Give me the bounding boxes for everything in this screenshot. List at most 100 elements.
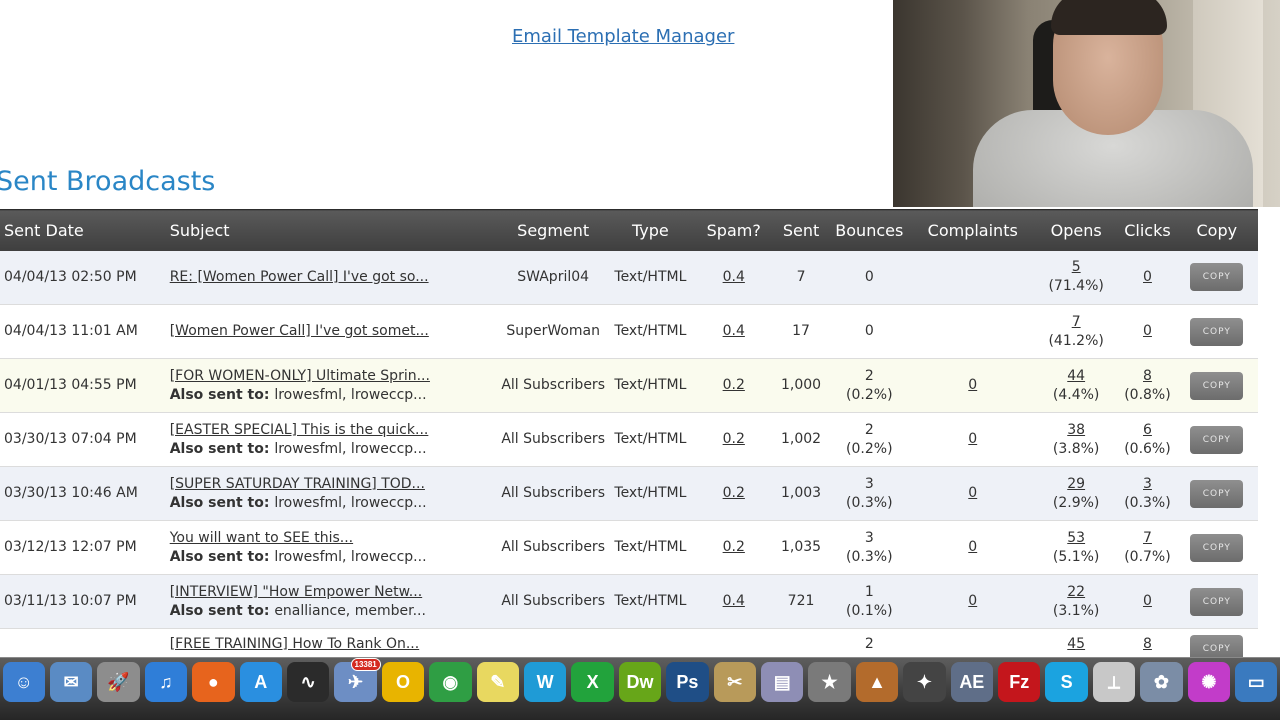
chrome-icon[interactable]: ◉ — [429, 662, 472, 702]
firefox-icon[interactable]: ● — [192, 662, 235, 702]
copy-button[interactable]: COPY — [1190, 317, 1244, 346]
table-row[interactable]: 04/04/13 02:50 PM RE: [Women Power Call] … — [0, 250, 1258, 305]
clicks-link[interactable]: 3 — [1143, 476, 1152, 492]
opens-link[interactable]: 29 — [1067, 476, 1085, 492]
sent-date-cell: 03/30/13 07:04 PM — [0, 412, 166, 467]
complaints-link[interactable]: 0 — [968, 431, 977, 447]
subject-cell: [INTERVIEW] "How Empower Netw... Also sen… — [165, 574, 498, 629]
column-header-subject[interactable]: Subject — [165, 209, 498, 251]
after-effects-icon[interactable]: AE — [950, 662, 994, 702]
filezilla-icon[interactable]: Fz — [998, 662, 1041, 702]
spam-score-link[interactable]: 0.4 — [723, 593, 745, 609]
spam-score-link[interactable]: 0.4 — [723, 323, 745, 339]
column-header-complaints[interactable]: Complaints — [912, 209, 1033, 251]
spam-score-link[interactable]: 0.2 — [723, 377, 745, 393]
clicks-link[interactable]: 8 — [1143, 368, 1152, 384]
segment: All Subscribers — [501, 593, 605, 609]
column-header-sent-date[interactable]: Sent Date — [0, 209, 166, 251]
subject-link[interactable]: RE: [Women Power Call] I've got so... — [170, 269, 429, 285]
opens-link[interactable]: 38 — [1067, 422, 1085, 438]
subject-link[interactable]: [INTERVIEW] "How Empower Netw... — [170, 584, 422, 600]
launchpad-icon[interactable]: 🚀 — [97, 662, 140, 702]
email-template-manager-link[interactable]: Email Template Manager — [512, 26, 734, 47]
column-header-bounces[interactable]: Bounces — [826, 209, 913, 251]
keynote-icon[interactable]: ▲ — [855, 662, 899, 702]
spam-score-link[interactable]: 0.4 — [723, 269, 745, 285]
app-store-icon[interactable]: A — [239, 662, 282, 702]
clicks-link[interactable]: 8 — [1143, 636, 1152, 652]
subject-cell: [Women Power Call] I've got somet... — [165, 304, 498, 359]
copy-button[interactable]: COPY — [1190, 371, 1244, 400]
palette-icon[interactable]: ✺ — [1187, 662, 1231, 702]
opera-icon[interactable]: O — [381, 662, 425, 702]
opens-link[interactable]: 44 — [1067, 368, 1085, 384]
opens-link[interactable]: 22 — [1067, 584, 1085, 600]
subject-link[interactable]: [FREE TRAINING] How To Rank On... — [170, 636, 420, 652]
column-header-opens[interactable]: Opens — [1032, 209, 1120, 251]
table-row[interactable]: 04/01/13 04:55 PM [FOR WOMEN-ONLY] Ultima… — [0, 358, 1258, 413]
final-cut-icon[interactable]: ✦ — [903, 662, 946, 702]
table-row[interactable]: 04/04/13 11:01 AM [Women Power Call] I've… — [0, 304, 1258, 359]
clicks-link[interactable]: 0 — [1143, 593, 1152, 609]
subject-link[interactable]: [SUPER SATURDAY TRAINING] TOD... — [170, 476, 425, 492]
copy-button[interactable]: COPY — [1190, 263, 1244, 292]
table-row[interactable]: 03/30/13 07:04 PM [EASTER SPECIAL] This i… — [0, 412, 1258, 467]
skype-icon[interactable]: S — [1045, 662, 1088, 702]
spam-score-link[interactable]: 0.2 — [723, 539, 745, 555]
opens-link[interactable]: 5 — [1072, 259, 1081, 275]
subject-link[interactable]: [Women Power Call] I've got somet... — [170, 323, 429, 339]
stickies-icon[interactable]: ✎ — [476, 662, 519, 702]
email-type: Text/HTML — [614, 431, 687, 447]
copy-button[interactable]: COPY — [1190, 533, 1244, 562]
iphoto-icon[interactable]: ✿ — [1140, 662, 1183, 702]
utilities-icon[interactable]: ✂ — [713, 662, 756, 702]
imovie-icon[interactable]: ★ — [808, 662, 851, 702]
table-row[interactable]: 03/11/13 10:07 PM [INTERVIEW] "How Empowe… — [0, 574, 1258, 629]
segment: SWApril04 — [517, 268, 590, 285]
mail-icon[interactable]: ✉ — [49, 662, 93, 702]
complaints-cell: 0 — [912, 412, 1033, 467]
subject-link[interactable]: You will want to SEE this... — [170, 530, 353, 546]
complaints-link[interactable]: 0 — [968, 593, 977, 609]
table-row[interactable]: 03/12/13 12:07 PM You will want to SEE th… — [0, 520, 1258, 575]
finder-icon[interactable]: ☺ — [2, 662, 45, 702]
complaints-link[interactable]: 0 — [968, 539, 977, 555]
clicks-link[interactable]: 7 — [1143, 530, 1152, 546]
sent-date: 04/04/13 02:50 PM — [4, 268, 137, 285]
subject-link[interactable]: [EASTER SPECIAL] This is the quick... — [170, 422, 429, 438]
itunes-icon[interactable]: ♫ — [144, 662, 188, 702]
mail-badge-icon[interactable]: ✈ 13381 — [334, 658, 381, 702]
copy-button[interactable]: COPY — [1190, 587, 1244, 616]
complaints-link[interactable]: 0 — [968, 377, 977, 393]
activity-monitor-icon[interactable]: ∿ — [286, 662, 330, 702]
column-header-clicks[interactable]: Clicks — [1119, 209, 1176, 251]
opens-link[interactable]: 45 — [1067, 636, 1085, 652]
table-row[interactable]: 03/30/13 10:46 AM [SUPER SATURDAY TRAININ… — [0, 466, 1258, 521]
copy-button[interactable]: COPY — [1190, 425, 1244, 454]
column-header-copy[interactable]: Copy — [1175, 209, 1258, 251]
word-icon[interactable]: W — [523, 662, 567, 702]
screen-icon[interactable]: ▭ — [1235, 662, 1278, 702]
opens-link[interactable]: 7 — [1072, 314, 1081, 330]
clicks-link[interactable]: 0 — [1143, 323, 1152, 339]
dreamweaver-icon[interactable]: Dw — [618, 662, 662, 702]
preview-icon[interactable]: ▤ — [761, 662, 804, 702]
photoshop-icon[interactable]: Ps — [666, 662, 709, 702]
column-header-spam[interactable]: Spam? — [691, 209, 776, 251]
complaints-link[interactable]: 0 — [968, 485, 977, 501]
excel-icon[interactable]: X — [571, 662, 614, 702]
copy-cell: COPY — [1175, 412, 1258, 467]
acrobat-icon[interactable]: ⟂ — [1092, 662, 1136, 702]
copy-button[interactable]: COPY — [1190, 479, 1244, 508]
column-header-sent[interactable]: Sent — [775, 209, 827, 251]
subject-link[interactable]: [FOR WOMEN-ONLY] Ultimate Sprin... — [170, 368, 430, 384]
column-header-segment[interactable]: Segment — [497, 209, 610, 251]
clicks-link[interactable]: 6 — [1143, 422, 1152, 438]
opens-link[interactable]: 53 — [1067, 530, 1085, 546]
spam-score-link[interactable]: 0.2 — [723, 431, 745, 447]
spam-score-link[interactable]: 0.2 — [723, 485, 745, 501]
column-header-type[interactable]: Type — [609, 209, 692, 251]
clicks-link[interactable]: 0 — [1143, 269, 1152, 285]
complaints-cell — [912, 304, 1033, 359]
also-sent-to-label: Also sent to: — [169, 386, 275, 403]
